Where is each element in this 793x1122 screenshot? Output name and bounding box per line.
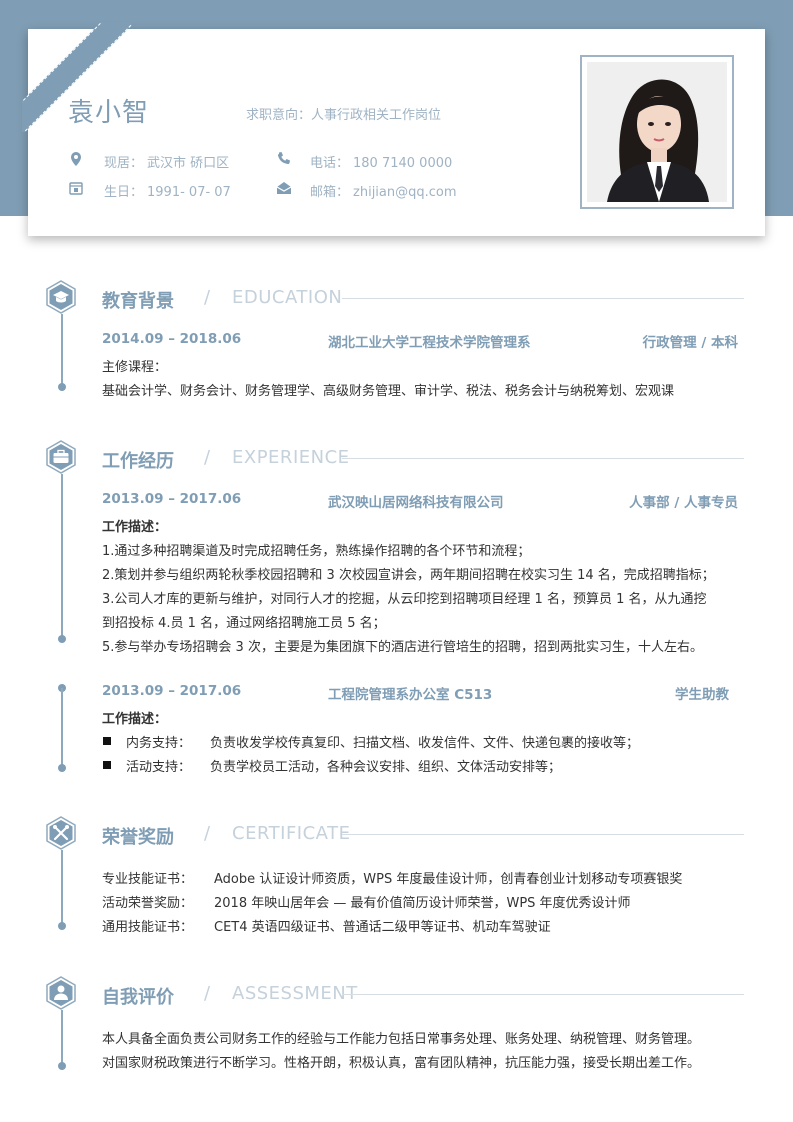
birthday-value: 1991- 07- 07 xyxy=(147,185,231,200)
section-rule xyxy=(342,458,744,459)
section-title-education: 教育背景 xyxy=(102,291,174,312)
portrait-image-icon xyxy=(587,62,727,202)
bullet-square xyxy=(103,761,111,769)
job-company: 工程院管理系办公室 C513 xyxy=(328,687,493,703)
location-pin-icon xyxy=(71,152,81,166)
phone-info: 电话： 180 7140 0000 xyxy=(310,152,452,171)
timeline-line xyxy=(61,688,63,766)
item-label: 活动支持： xyxy=(126,760,192,775)
section-title-en-assessment: ASSESSMENT xyxy=(232,983,358,1004)
briefcase-icon xyxy=(46,440,76,474)
job-desc-label: 工作描述： xyxy=(102,520,168,535)
section-rule xyxy=(342,834,744,835)
job-desc-line: 到招投标 4.员 1 名，通过网络招聘施工员 5 名； xyxy=(102,616,386,631)
assessment-line: 对国家财税政策进行不断学习。性格开朗，积极认真，富有团队精神，抗压能力强，接受长… xyxy=(102,1056,701,1071)
location-info: 现居： 武汉市 硚口区 xyxy=(104,152,229,171)
education-date: 2014.09 – 2018.06 xyxy=(102,331,242,347)
location-value: 武汉市 硚口区 xyxy=(147,156,230,171)
section-title-en-certificate: CERTIFICATE xyxy=(232,823,351,844)
email-label: 邮箱： xyxy=(310,185,350,200)
person-icon xyxy=(46,976,76,1010)
candidate-name: 袁小智 xyxy=(68,98,150,128)
job-desc-line: 1.通过多种招聘渠道及时完成招聘任务，熟练操作招聘的各个环节和流程； xyxy=(102,544,531,559)
birthday-info: 生日： 1991- 07- 07 xyxy=(104,181,231,200)
section-separator: / xyxy=(204,983,211,1004)
cert-text: 2018 年映山居年会 — 最有价值简历设计师荣誉，WPS 年度优秀设计师 xyxy=(214,896,631,911)
phone-icon xyxy=(277,152,290,165)
email-icon xyxy=(276,182,292,194)
phone-value: 180 7140 0000 xyxy=(353,156,453,171)
cert-label: 活动荣誉奖励： xyxy=(102,896,194,911)
profile-photo-frame xyxy=(580,55,734,209)
job-date: 2013.09 – 2017.06 xyxy=(102,683,242,699)
job-desc-label: 工作描述： xyxy=(102,712,168,727)
email-value: zhijian@qq.com xyxy=(353,185,457,200)
cert-text: CET4 英语四级证书、普通话二级甲等证书、机动车驾驶证 xyxy=(214,920,551,935)
birthday-label: 生日： xyxy=(104,185,144,200)
timeline-dot xyxy=(58,635,66,643)
item-text: 负责学校员工活动，各种会议安排、组织、文体活动安排等； xyxy=(210,760,562,775)
timeline-line xyxy=(61,314,63,384)
assessment-line: 本人具备全面负责公司财务工作的经验与工作能力包括日常事务处理、账务处理、纳税管理… xyxy=(102,1032,701,1047)
education-major: 行政管理 / 本科 xyxy=(642,335,738,351)
section-title-en-education: EDUCATION xyxy=(232,287,343,308)
job-desc-line: 3.公司人才库的更新与维护，对同行人才的挖掘，从云印挖到招聘项目经理 1 名，预… xyxy=(102,592,707,607)
cert-label: 专业技能证书： xyxy=(102,872,194,887)
courses-label: 主修课程： xyxy=(102,360,168,375)
graduation-cap-icon xyxy=(46,280,76,314)
job-company: 武汉映山居网络科技有限公司 xyxy=(328,495,504,511)
section-rule xyxy=(342,298,744,299)
section-separator: / xyxy=(204,447,211,468)
item-label: 内务支持： xyxy=(126,736,192,751)
section-title-en-experience: EXPERIENCE xyxy=(232,447,350,468)
section-separator: / xyxy=(204,287,211,308)
section-title-certificate: 荣誉奖励 xyxy=(102,827,174,848)
section-title-experience: 工作经历 xyxy=(102,451,174,472)
timeline-dot xyxy=(58,922,66,930)
job-desc-line: 5.参与举办专场招聘会 3 次，主要是为集团旗下的酒店进行管培生的招聘，招到两批… xyxy=(102,640,703,655)
courses-list: 基础会计学、财务会计、财务管理学、高级财务管理、审计学、税法、税务会计与纳税筹划… xyxy=(102,384,675,399)
timeline-dot xyxy=(58,383,66,391)
timeline-dot xyxy=(58,764,66,772)
section-separator: / xyxy=(204,823,211,844)
section-rule xyxy=(342,994,744,995)
section-title-assessment: 自我评价 xyxy=(102,987,174,1008)
email-info: 邮箱： zhijian@qq.com xyxy=(310,181,457,200)
award-tools-icon xyxy=(46,816,76,850)
cert-text: Adobe 认证设计师资质，WPS 年度最佳设计师，创青春创业计划移动专项赛银奖 xyxy=(214,872,683,887)
job-date: 2013.09 – 2017.06 xyxy=(102,491,242,507)
bullet-square xyxy=(103,737,111,745)
phone-label: 电话： xyxy=(310,156,350,171)
timeline-line xyxy=(61,850,63,924)
timeline-line xyxy=(61,1010,63,1064)
item-text: 负责收发学校传真复印、扫描文档、收发信件、文件、快递包裹的接收等； xyxy=(210,736,640,751)
location-label: 现居： xyxy=(104,156,144,171)
timeline-dot xyxy=(58,1062,66,1070)
calendar-icon xyxy=(69,182,83,195)
job-role: 学生助教 xyxy=(675,687,729,703)
profile-photo xyxy=(587,62,727,202)
timeline-line xyxy=(61,474,63,636)
job-role: 人事部 / 人事专员 xyxy=(629,495,738,511)
job-intent: 求职意向：人事行政相关工作岗位 xyxy=(246,108,442,123)
education-school: 湖北工业大学工程技术学院管理系 xyxy=(328,335,531,351)
job-desc-line: 2.策划并参与组织两轮秋季校园招聘和 3 次校园宣讲会，两年期间招聘在校实习生 … xyxy=(102,568,715,583)
cert-label: 通用技能证书： xyxy=(102,920,194,935)
